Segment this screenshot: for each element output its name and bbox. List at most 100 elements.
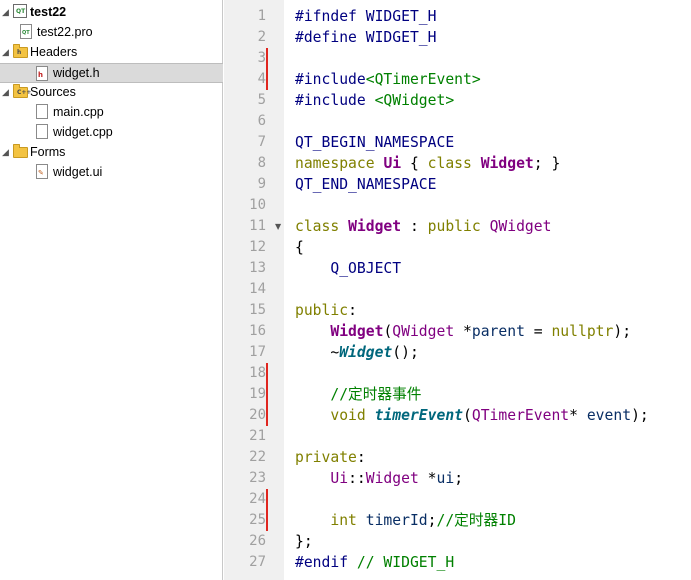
code-token: { — [295, 239, 304, 256]
code-editor[interactable]: 1 #ifndef WIDGET_H 2 #define WIDGET_H 3 4 #inc… — [224, 0, 691, 580]
tree-item-label: Sources — [30, 85, 76, 99]
code-token: Widget — [330, 323, 384, 340]
code-token: ( — [463, 407, 472, 424]
code-line[interactable]: 23 Ui::Widget *ui; — [224, 468, 691, 489]
code-token: = — [524, 323, 552, 340]
tree-item-test22-pro[interactable]: QT test22.pro — [0, 22, 223, 42]
code-text: #define WIDGET_H — [295, 27, 436, 48]
code-line[interactable]: 27 #endif // WIDGET_H — [224, 552, 691, 573]
tree-item-widget-h[interactable]: h widget.h — [0, 63, 223, 83]
code-line[interactable]: 22 private: — [224, 447, 691, 468]
code-line[interactable]: 7 QT_BEGIN_NAMESPACE — [224, 132, 691, 153]
code-line[interactable]: 19 //定时器事件 — [224, 384, 691, 405]
code-token: : — [356, 449, 366, 466]
header-file-icon: h — [36, 66, 48, 81]
source-file-icon — [36, 124, 48, 139]
code-token: private — [295, 449, 357, 466]
tree-item-forms[interactable]: ◢ Forms — [0, 142, 223, 162]
code-line[interactable]: 10 — [224, 195, 691, 216]
tree-item-sources[interactable]: ◢ C++ Sources — [0, 82, 223, 102]
line-number: 24 — [249, 491, 266, 507]
code-line[interactable]: 15 public: — [224, 300, 691, 321]
tree-item-label: widget.cpp — [53, 125, 113, 139]
code-line[interactable]: 1 #ifndef WIDGET_H — [224, 6, 691, 27]
line-number: 18 — [249, 365, 266, 381]
tree-item-label: widget.ui — [53, 165, 103, 179]
tree-item-widget-ui[interactable]: ✎ widget.ui — [0, 162, 223, 182]
code-token: Widget — [365, 470, 419, 487]
code-line[interactable]: 3 — [224, 48, 691, 69]
code-token: timerEvent — [374, 407, 464, 424]
code-line[interactable]: 18 — [224, 363, 691, 384]
code-line[interactable]: 21 — [224, 426, 691, 447]
line-number: 6 — [257, 113, 266, 129]
line-number: 25 — [249, 512, 266, 528]
code-token: Widget — [480, 155, 534, 172]
expand-arrow-icon[interactable]: ◢ — [2, 42, 12, 62]
code-line[interactable]: 16 Widget(QWidget *parent = nullptr); — [224, 321, 691, 342]
code-token: #endif — [295, 554, 357, 571]
expand-arrow-icon[interactable]: ◢ — [2, 2, 12, 22]
code-token: QTimerEvent — [471, 407, 570, 424]
code-line[interactable]: 12 { — [224, 237, 691, 258]
code-token: * — [454, 323, 472, 340]
code-line[interactable]: 25 int timerId;//定时器ID — [224, 510, 691, 531]
code-token: #define WIDGET_H — [295, 29, 437, 46]
code-text: ~Widget(); — [295, 342, 418, 363]
code-line[interactable]: 5 #include <QWidget> — [224, 90, 691, 111]
code-token: public — [427, 218, 490, 235]
code-line[interactable]: 11 ▼ class Widget : public QWidget — [224, 216, 691, 237]
code-line[interactable]: 4 #include<QTimerEvent> — [224, 69, 691, 90]
line-number: 12 — [249, 239, 266, 255]
code-token: namespace — [295, 155, 384, 172]
code-token: ; } — [533, 155, 561, 172]
code-line[interactable]: 17 ~Widget(); — [224, 342, 691, 363]
line-number: 7 — [257, 134, 266, 150]
project-tree[interactable]: ◢ QT test22 QT test22.pro ◢ h Headers h widget.h ◢… — [0, 0, 223, 580]
code-token: <QWidget> — [374, 92, 455, 109]
tree-item-label: test22.pro — [37, 25, 93, 39]
line-number: 3 — [257, 50, 266, 66]
expand-arrow-icon[interactable]: ◢ — [2, 82, 12, 102]
code-token: ~ — [295, 344, 340, 361]
code-line[interactable]: 9 QT_END_NAMESPACE — [224, 174, 691, 195]
fold-arrow-icon[interactable]: ▼ — [275, 216, 281, 237]
tree-item-main-cpp[interactable]: main.cpp — [0, 102, 223, 122]
code-token: * — [418, 470, 437, 487]
tree-item-test22[interactable]: ◢ QT test22 — [0, 2, 223, 22]
project-icon: QT — [13, 4, 27, 18]
code-line[interactable]: 14 — [224, 279, 691, 300]
folder-icon: C++ — [13, 84, 31, 98]
code-token: }; — [295, 533, 313, 550]
code-token: :: — [348, 470, 366, 487]
code-text: int timerId;//定时器ID — [295, 510, 516, 531]
line-number: 2 — [257, 29, 266, 45]
expand-arrow-icon[interactable]: ◢ — [2, 142, 12, 162]
code-line[interactable]: 13 Q_OBJECT — [224, 258, 691, 279]
code-text: #ifndef WIDGET_H — [295, 6, 436, 27]
code-line[interactable]: 8 namespace Ui { class Widget; } — [224, 153, 691, 174]
line-number: 21 — [249, 428, 266, 444]
code-token: ; — [427, 512, 437, 529]
code-token: public — [295, 302, 349, 319]
line-number: 16 — [249, 323, 266, 339]
code-token: class — [295, 218, 349, 235]
code-text: public: — [295, 300, 357, 321]
code-text: void timerEvent(QTimerEvent* event); — [295, 405, 648, 426]
code-line[interactable]: 26}; — [224, 531, 691, 552]
code-line[interactable]: 2 #define WIDGET_H — [224, 27, 691, 48]
code-token: Widget — [348, 218, 402, 235]
line-number: 27 — [249, 554, 266, 570]
code-line[interactable]: 20 void timerEvent(QTimerEvent* event); — [224, 405, 691, 426]
code-token: nullptr — [551, 323, 614, 340]
tree-item-label: Headers — [30, 45, 78, 59]
tree-item-headers[interactable]: ◢ h Headers — [0, 42, 223, 62]
pro-file-icon: QT — [20, 24, 32, 39]
tree-item-widget-cpp[interactable]: widget.cpp — [0, 122, 223, 142]
code-line[interactable]: 6 — [224, 111, 691, 132]
code-line[interactable]: 24 — [224, 489, 691, 510]
line-number: 10 — [249, 197, 266, 213]
line-number: 9 — [257, 176, 266, 192]
line-number: 4 — [257, 71, 266, 87]
